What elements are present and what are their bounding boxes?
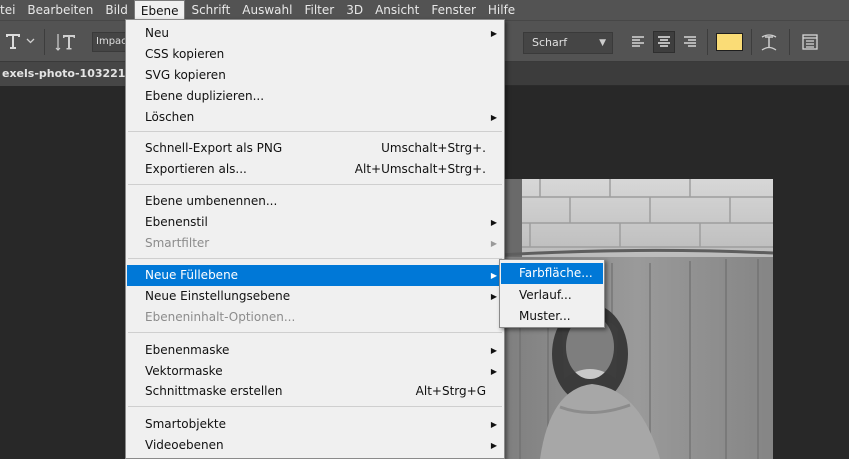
menu-divider	[128, 258, 502, 259]
submenu-arrow-icon: ▶	[490, 346, 497, 355]
document-tab[interactable]: exels-photo-10322181.jp	[0, 62, 130, 86]
menu-item-label: Vektormaske	[145, 364, 223, 378]
menu-item-label: Löschen	[145, 110, 195, 124]
menu-item-vector-mask[interactable]: Vektormaske ▶	[127, 361, 503, 382]
menu-item-quick-export[interactable]: Schnell-Export als PNG Umschalt+Strg+.	[127, 138, 503, 159]
submenu-arrow-icon: ▶	[490, 292, 497, 301]
divider	[44, 29, 45, 55]
menubar: tei Bearbeiten Bild Ebene Schrift Auswah…	[0, 0, 849, 20]
menu-item-shortcut: Alt+Umschalt+Strg+.	[354, 162, 486, 176]
menu-ansicht[interactable]: Ansicht	[369, 0, 425, 20]
menu-item-rename-layer[interactable]: Ebene umbenennen...	[127, 191, 503, 212]
menu-fenster[interactable]: Fenster	[425, 0, 482, 20]
menu-bearbeiten[interactable]: Bearbeiten	[21, 0, 99, 20]
submenu-arrow-icon: ▶	[490, 420, 497, 429]
submenu-arrow-icon: ▶	[490, 441, 497, 450]
align-left-button[interactable]	[627, 31, 649, 53]
menu-item-create-clipping-mask[interactable]: Schnittmaske erstellen Alt+Strg+G	[127, 381, 503, 402]
submenu-arrow-icon: ▶	[490, 367, 497, 376]
menu-item-export-as[interactable]: Exportieren als... Alt+Umschalt+Strg+.	[127, 159, 503, 180]
menu-item-duplicate-layer[interactable]: Ebene duplizieren...	[127, 86, 503, 107]
antialias-value: Scharf	[532, 36, 568, 49]
menu-item-label: Smartobjekte	[145, 417, 227, 431]
menu-item-smart-filter: Smartfilter ▶	[127, 233, 503, 254]
divider	[707, 29, 708, 55]
menu-hilfe[interactable]: Hilfe	[482, 0, 521, 20]
warp-text-icon[interactable]	[758, 30, 780, 54]
submenu-item-gradient[interactable]: Verlauf...	[501, 285, 603, 306]
menu-divider	[128, 332, 502, 333]
menu-ebene[interactable]: Ebene	[133, 0, 186, 20]
submenu-arrow-icon: ▶	[490, 218, 497, 227]
divider	[789, 29, 790, 55]
menu-item-delete[interactable]: Löschen ▶	[127, 107, 503, 128]
menu-item-label: Neu	[145, 26, 169, 40]
menu-item-label: Neue Füllebene	[145, 268, 239, 282]
align-center-button[interactable]	[653, 31, 675, 53]
menu-item-label: Ebene duplizieren...	[145, 89, 265, 103]
menu-divider	[128, 131, 502, 132]
menu-item-label: Exportieren als...	[145, 162, 247, 176]
menu-item-new-fill-layer[interactable]: Neue Füllebene ▶	[127, 265, 503, 286]
menu-bild[interactable]: Bild	[99, 0, 134, 20]
submenu-arrow-icon: ▶	[490, 271, 497, 280]
menu-item-label: Ebene umbenennen...	[145, 194, 278, 208]
menu-item-shortcut: Umschalt+Strg+.	[381, 141, 486, 155]
menu-item-label: Smartfilter	[145, 236, 210, 250]
toggle-text-orientation-icon[interactable]	[54, 30, 78, 54]
menu-item-label: Schnittmaske erstellen	[145, 384, 283, 398]
submenu-arrow-icon: ▶	[490, 113, 497, 122]
menu-divider	[128, 406, 502, 407]
submenu-item-solid-color[interactable]: Farbfläche...	[501, 263, 603, 284]
menu-item-label: Ebeneninhalt-Optionen...	[145, 310, 296, 324]
fill-layer-submenu: Farbfläche... Verlauf... Muster...	[499, 259, 605, 328]
submenu-arrow-icon: ▶	[490, 239, 497, 248]
menu-item-label: Schnell-Export als PNG	[145, 141, 283, 155]
align-left-icon	[632, 36, 644, 47]
antialias-select[interactable]: Scharf ▼	[523, 32, 613, 54]
menu-3d[interactable]: 3D	[340, 0, 369, 20]
menu-item-label: Neue Einstellungsebene	[145, 289, 291, 303]
menu-item-css-copy[interactable]: CSS kopieren	[127, 44, 503, 65]
menu-item-label: SVG kopieren	[145, 68, 226, 82]
menu-item-label: Videoebenen	[145, 438, 224, 452]
menu-divider	[128, 184, 502, 185]
align-right-button[interactable]	[679, 31, 701, 53]
menu-item-label: Ebenenmaske	[145, 343, 230, 357]
menu-item-layer-mask[interactable]: Ebenenmaske ▶	[127, 340, 503, 361]
submenu-arrow-icon: ▶	[490, 29, 497, 38]
menu-item-svg-copy[interactable]: SVG kopieren	[127, 65, 503, 86]
text-color-swatch[interactable]	[716, 33, 743, 51]
menu-item-new[interactable]: Neu ▶	[127, 23, 503, 44]
menu-item-smart-objects[interactable]: Smartobjekte ▶	[127, 414, 503, 435]
menu-filter[interactable]: Filter	[298, 0, 340, 20]
menu-auswahl[interactable]: Auswahl	[236, 0, 298, 20]
menu-datei[interactable]: tei	[0, 0, 21, 20]
chevron-down-icon[interactable]	[24, 34, 36, 48]
divider	[751, 29, 752, 55]
menu-item-layer-content-options: Ebeneninhalt-Optionen...	[127, 307, 503, 328]
submenu-item-pattern[interactable]: Muster...	[501, 306, 603, 327]
ebene-menu: Neu ▶ CSS kopieren SVG kopieren Ebene dup…	[125, 19, 505, 459]
menu-schrift[interactable]: Schrift	[185, 0, 236, 20]
menu-item-label: Ebenenstil	[145, 215, 208, 229]
menu-item-video-layers[interactable]: Videoebenen ▶	[127, 435, 503, 456]
menu-item-label: CSS kopieren	[145, 47, 225, 61]
chevron-down-icon: ▼	[599, 38, 606, 48]
character-panel-icon[interactable]	[798, 30, 822, 54]
menu-item-layer-style[interactable]: Ebenenstil ▶	[127, 212, 503, 233]
type-tool-icon[interactable]	[2, 29, 24, 53]
menu-item-new-adjustment-layer[interactable]: Neue Einstellungsebene ▶	[127, 286, 503, 307]
align-center-icon	[658, 36, 670, 47]
menu-item-shortcut: Alt+Strg+G	[415, 384, 486, 398]
align-right-icon	[684, 36, 696, 47]
